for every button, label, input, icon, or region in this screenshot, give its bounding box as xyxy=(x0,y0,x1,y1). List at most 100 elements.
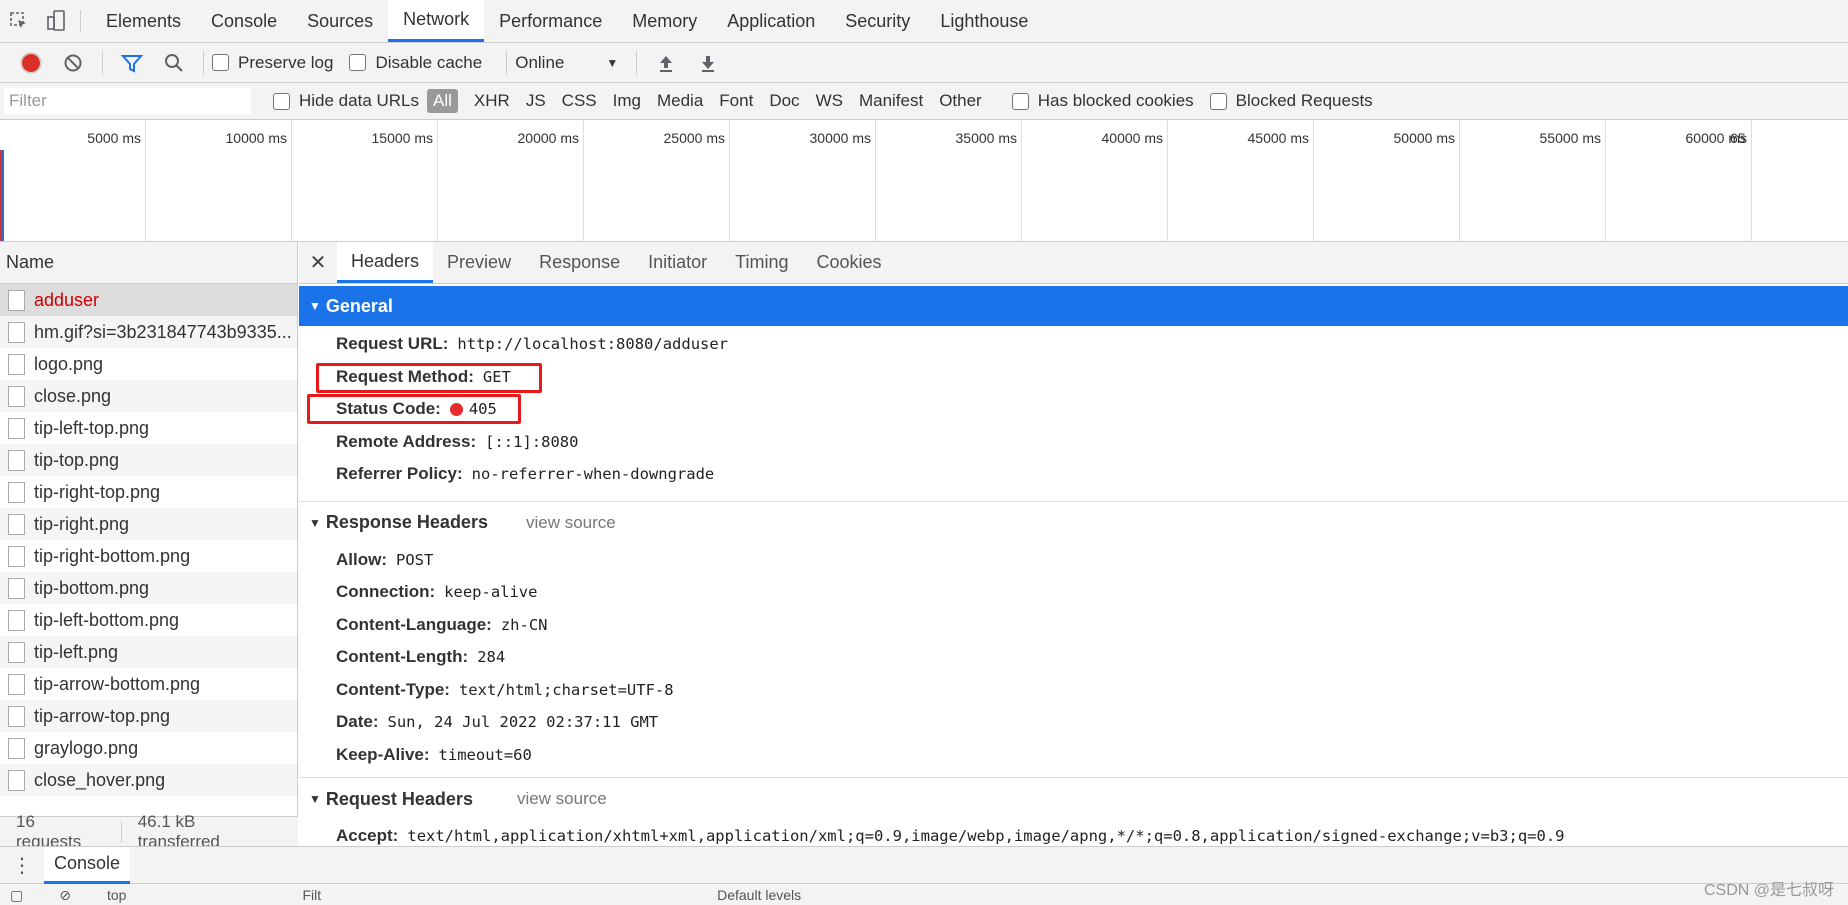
record-button[interactable] xyxy=(10,45,52,81)
tab-elements[interactable]: Elements xyxy=(91,0,196,42)
view-source-link[interactable]: view source xyxy=(517,789,607,809)
filter-type-all[interactable]: All xyxy=(427,89,458,113)
request-row[interactable]: tip-left.png xyxy=(0,636,297,668)
filter-type-xhr[interactable]: XHR xyxy=(468,89,516,113)
view-source-link[interactable]: view source xyxy=(526,513,616,533)
tab-cookies[interactable]: Cookies xyxy=(803,242,896,283)
request-row[interactable]: hm.gif?si=3b231847743b9335... xyxy=(0,316,297,348)
console-filter-input[interactable]: Filt xyxy=(302,887,321,903)
close-icon[interactable]: ✕ xyxy=(299,242,337,283)
header-key: Accept: xyxy=(336,826,399,846)
request-row[interactable]: tip-top.png xyxy=(0,444,297,476)
image-file-icon xyxy=(8,577,25,599)
has-blocked-cookies-label: Has blocked cookies xyxy=(1037,91,1194,110)
console-sidebar-icon[interactable]: ▢ xyxy=(10,887,23,904)
request-row[interactable]: adduser xyxy=(0,284,297,316)
more-options-icon[interactable]: ⋮ xyxy=(0,853,44,878)
request-row[interactable]: tip-arrow-top.png xyxy=(0,700,297,732)
checkbox-box[interactable] xyxy=(212,54,229,71)
tab-sources[interactable]: Sources xyxy=(292,0,388,42)
image-file-icon xyxy=(8,385,25,407)
hide-data-urls-checkbox[interactable]: Hide data URLs xyxy=(273,91,419,111)
request-row[interactable]: tip-right-top.png xyxy=(0,476,297,508)
filter-icon[interactable] xyxy=(111,45,153,81)
tab-performance[interactable]: Performance xyxy=(484,0,617,42)
device-toolbar-icon[interactable] xyxy=(37,0,74,42)
filter-type-manifest[interactable]: Manifest xyxy=(853,89,929,113)
request-row[interactable]: tip-right-bottom.png xyxy=(0,540,297,572)
overview-tick: 25000 ms xyxy=(584,120,730,241)
network-overview-timeline[interactable]: 5000 ms 10000 ms 15000 ms 20000 ms 25000 ms 3… xyxy=(0,120,1848,242)
filter-input[interactable] xyxy=(4,88,251,114)
request-row[interactable]: tip-left-bottom.png xyxy=(0,604,297,636)
clear-icon[interactable] xyxy=(52,45,94,81)
disable-cache-checkbox[interactable]: Disable cache xyxy=(349,53,482,73)
response-headers-section-header[interactable]: ▼ Response Headers view source xyxy=(299,502,1848,544)
disable-cache-label: Disable cache xyxy=(375,52,483,72)
tab-memory[interactable]: Memory xyxy=(617,0,712,42)
search-icon[interactable] xyxy=(153,45,195,81)
request-row[interactable]: tip-right.png xyxy=(0,508,297,540)
drawer-tab-console[interactable]: Console xyxy=(44,846,131,884)
levels-select[interactable]: Default levels xyxy=(717,887,801,903)
overview-tick-label: 35000 ms xyxy=(955,130,1017,146)
overview-tick-label: 30000 ms xyxy=(809,130,871,146)
has-blocked-cookies-checkbox[interactable]: Has blocked cookies xyxy=(1011,91,1194,111)
overview-tick: 55000 ms xyxy=(1460,120,1606,241)
annotation-highlight-box xyxy=(316,362,542,393)
checkbox-box[interactable] xyxy=(273,92,290,110)
overview-tick-label: 10000 ms xyxy=(225,130,287,146)
request-headers-section-header[interactable]: ▼ Request Headers view source xyxy=(299,778,1848,820)
tab-response[interactable]: Response xyxy=(525,242,634,283)
header-value: Sun, 24 Jul 2022 02:37:11 GMT xyxy=(387,713,659,732)
preserve-log-checkbox[interactable]: Preserve log xyxy=(212,53,333,73)
tab-initiator[interactable]: Initiator xyxy=(634,242,721,283)
tab-headers[interactable]: Headers xyxy=(337,242,434,283)
tab-security[interactable]: Security xyxy=(830,0,925,42)
checkbox-box[interactable] xyxy=(1209,92,1227,110)
request-row[interactable]: close_hover.png xyxy=(0,764,297,796)
overview-tick-label: 50000 ms xyxy=(1393,130,1455,146)
watermark: CSDN @是七叔呀 xyxy=(1703,882,1834,899)
throttling-select[interactable]: Online ▼ xyxy=(515,53,618,73)
console-clear-icon[interactable]: ⊘ xyxy=(59,887,71,904)
filter-type-img[interactable]: Img xyxy=(607,89,647,113)
filter-bar: Hide data URLs All XHR JS CSS Img Media … xyxy=(0,83,1848,120)
import-har-icon[interactable] xyxy=(645,45,687,81)
header-key: Connection: xyxy=(336,582,436,602)
filter-type-media[interactable]: Media xyxy=(651,89,709,113)
request-row[interactable]: tip-left-top.png xyxy=(0,412,297,444)
tab-preview[interactable]: Preview xyxy=(433,242,525,283)
annotation-highlight-box xyxy=(307,394,521,424)
blocked-requests-checkbox[interactable]: Blocked Requests xyxy=(1209,91,1373,111)
image-file-icon xyxy=(8,609,25,631)
request-row[interactable]: logo.png xyxy=(0,348,297,380)
overview-tick: 20000 ms xyxy=(438,120,584,241)
name-column-header[interactable]: Name xyxy=(0,242,297,284)
image-file-icon xyxy=(8,513,25,535)
request-row[interactable]: tip-arrow-bottom.png xyxy=(0,668,297,700)
image-file-icon xyxy=(8,353,25,375)
tab-lighthouse[interactable]: Lighthouse xyxy=(925,0,1043,42)
export-har-icon[interactable] xyxy=(687,45,729,81)
filter-type-font[interactable]: Font xyxy=(713,89,759,113)
filter-type-js[interactable]: JS xyxy=(520,89,552,113)
context-select[interactable]: top xyxy=(107,887,126,903)
tab-console[interactable]: Console xyxy=(196,0,292,42)
checkbox-box[interactable] xyxy=(1011,92,1029,110)
filter-type-doc[interactable]: Doc xyxy=(763,89,805,113)
inspect-element-icon[interactable] xyxy=(0,0,37,42)
tab-timing[interactable]: Timing xyxy=(721,242,802,283)
filter-type-ws[interactable]: WS xyxy=(810,89,849,113)
overview-tick: 45000 ms xyxy=(1168,120,1314,241)
general-section-header[interactable]: ▼ General xyxy=(299,286,1848,326)
tab-application[interactable]: Application xyxy=(712,0,830,42)
general-title: General xyxy=(325,295,393,316)
request-row[interactable]: tip-bottom.png xyxy=(0,572,297,604)
request-row[interactable]: close.png xyxy=(0,380,297,412)
checkbox-box[interactable] xyxy=(349,54,367,71)
filter-type-other[interactable]: Other xyxy=(933,89,988,113)
request-row[interactable]: graylogo.png xyxy=(0,732,297,764)
filter-type-css[interactable]: CSS xyxy=(556,89,603,113)
tab-network[interactable]: Network xyxy=(388,0,485,42)
